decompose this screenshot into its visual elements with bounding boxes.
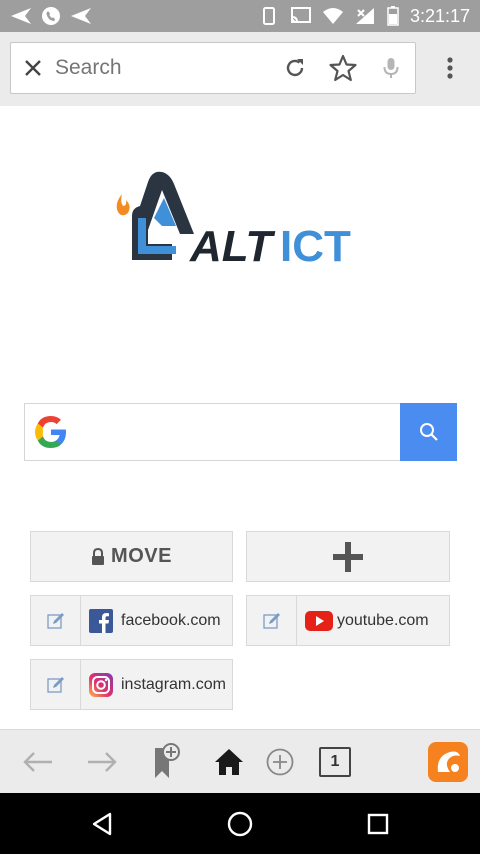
home-icon[interactable] (206, 730, 252, 794)
speed-dial-instagram[interactable]: instagram.com (30, 659, 233, 710)
status-time: 3:21:17 (409, 5, 470, 26)
instagram-icon (89, 672, 113, 697)
site-label: facebook.com (121, 611, 221, 629)
back-arrow-icon[interactable] (14, 730, 62, 794)
move-button[interactable]: MOVE (30, 531, 233, 582)
edit-icon[interactable] (31, 596, 81, 645)
browser-toolbar: 1 (0, 729, 480, 793)
google-search-box (24, 403, 457, 461)
site-label: instagram.com (121, 675, 226, 693)
add-speed-dial-button[interactable] (246, 531, 450, 582)
signal-icon (354, 7, 376, 25)
logo-text-ict: ICT (280, 222, 351, 270)
tabs-icon[interactable]: 1 (313, 730, 357, 794)
logo-text-alt: ALT (189, 222, 275, 270)
lock-icon (91, 547, 105, 566)
nav-home-icon[interactable] (200, 793, 280, 854)
close-icon[interactable] (11, 42, 55, 94)
tab-count: 1 (319, 747, 351, 777)
star-icon[interactable] (319, 42, 367, 94)
youtube-icon (305, 609, 333, 633)
send-icon (70, 7, 92, 25)
url-bar-area (0, 32, 480, 106)
plus-icon (332, 541, 364, 573)
url-search-input[interactable] (55, 48, 271, 88)
phone-icon (258, 7, 280, 25)
wifi-icon (322, 7, 344, 25)
mic-icon[interactable] (367, 42, 415, 94)
site-label: youtube.com (337, 611, 429, 629)
speed-dial-facebook[interactable]: facebook.com (30, 595, 233, 646)
altict-logo: ALT ICT (110, 160, 380, 271)
url-bar (10, 42, 416, 94)
battery-icon (386, 6, 400, 26)
edit-icon[interactable] (31, 660, 81, 709)
more-vert-icon[interactable] (430, 42, 470, 94)
app-logo-icon[interactable] (425, 730, 471, 794)
send-icon (10, 7, 32, 25)
whatsapp-icon (40, 7, 62, 25)
cast-icon (290, 7, 312, 25)
edit-icon[interactable] (247, 596, 297, 645)
google-search-button[interactable] (400, 403, 457, 461)
status-bar: 3:21:17 (0, 0, 480, 32)
facebook-icon (89, 608, 113, 633)
search-icon (419, 423, 438, 441)
bookmark-add-icon[interactable] (142, 730, 188, 794)
nav-recents-icon[interactable] (338, 793, 418, 854)
android-nav-bar (0, 793, 480, 854)
move-label: MOVE (111, 545, 172, 567)
forward-arrow-icon[interactable] (78, 730, 126, 794)
reload-icon[interactable] (271, 42, 319, 94)
nav-back-icon[interactable] (62, 793, 142, 854)
speed-dial-youtube[interactable]: youtube.com (246, 595, 450, 646)
google-logo-icon (25, 404, 77, 460)
google-search-input[interactable] (77, 404, 400, 460)
new-tab-icon[interactable] (258, 730, 302, 794)
